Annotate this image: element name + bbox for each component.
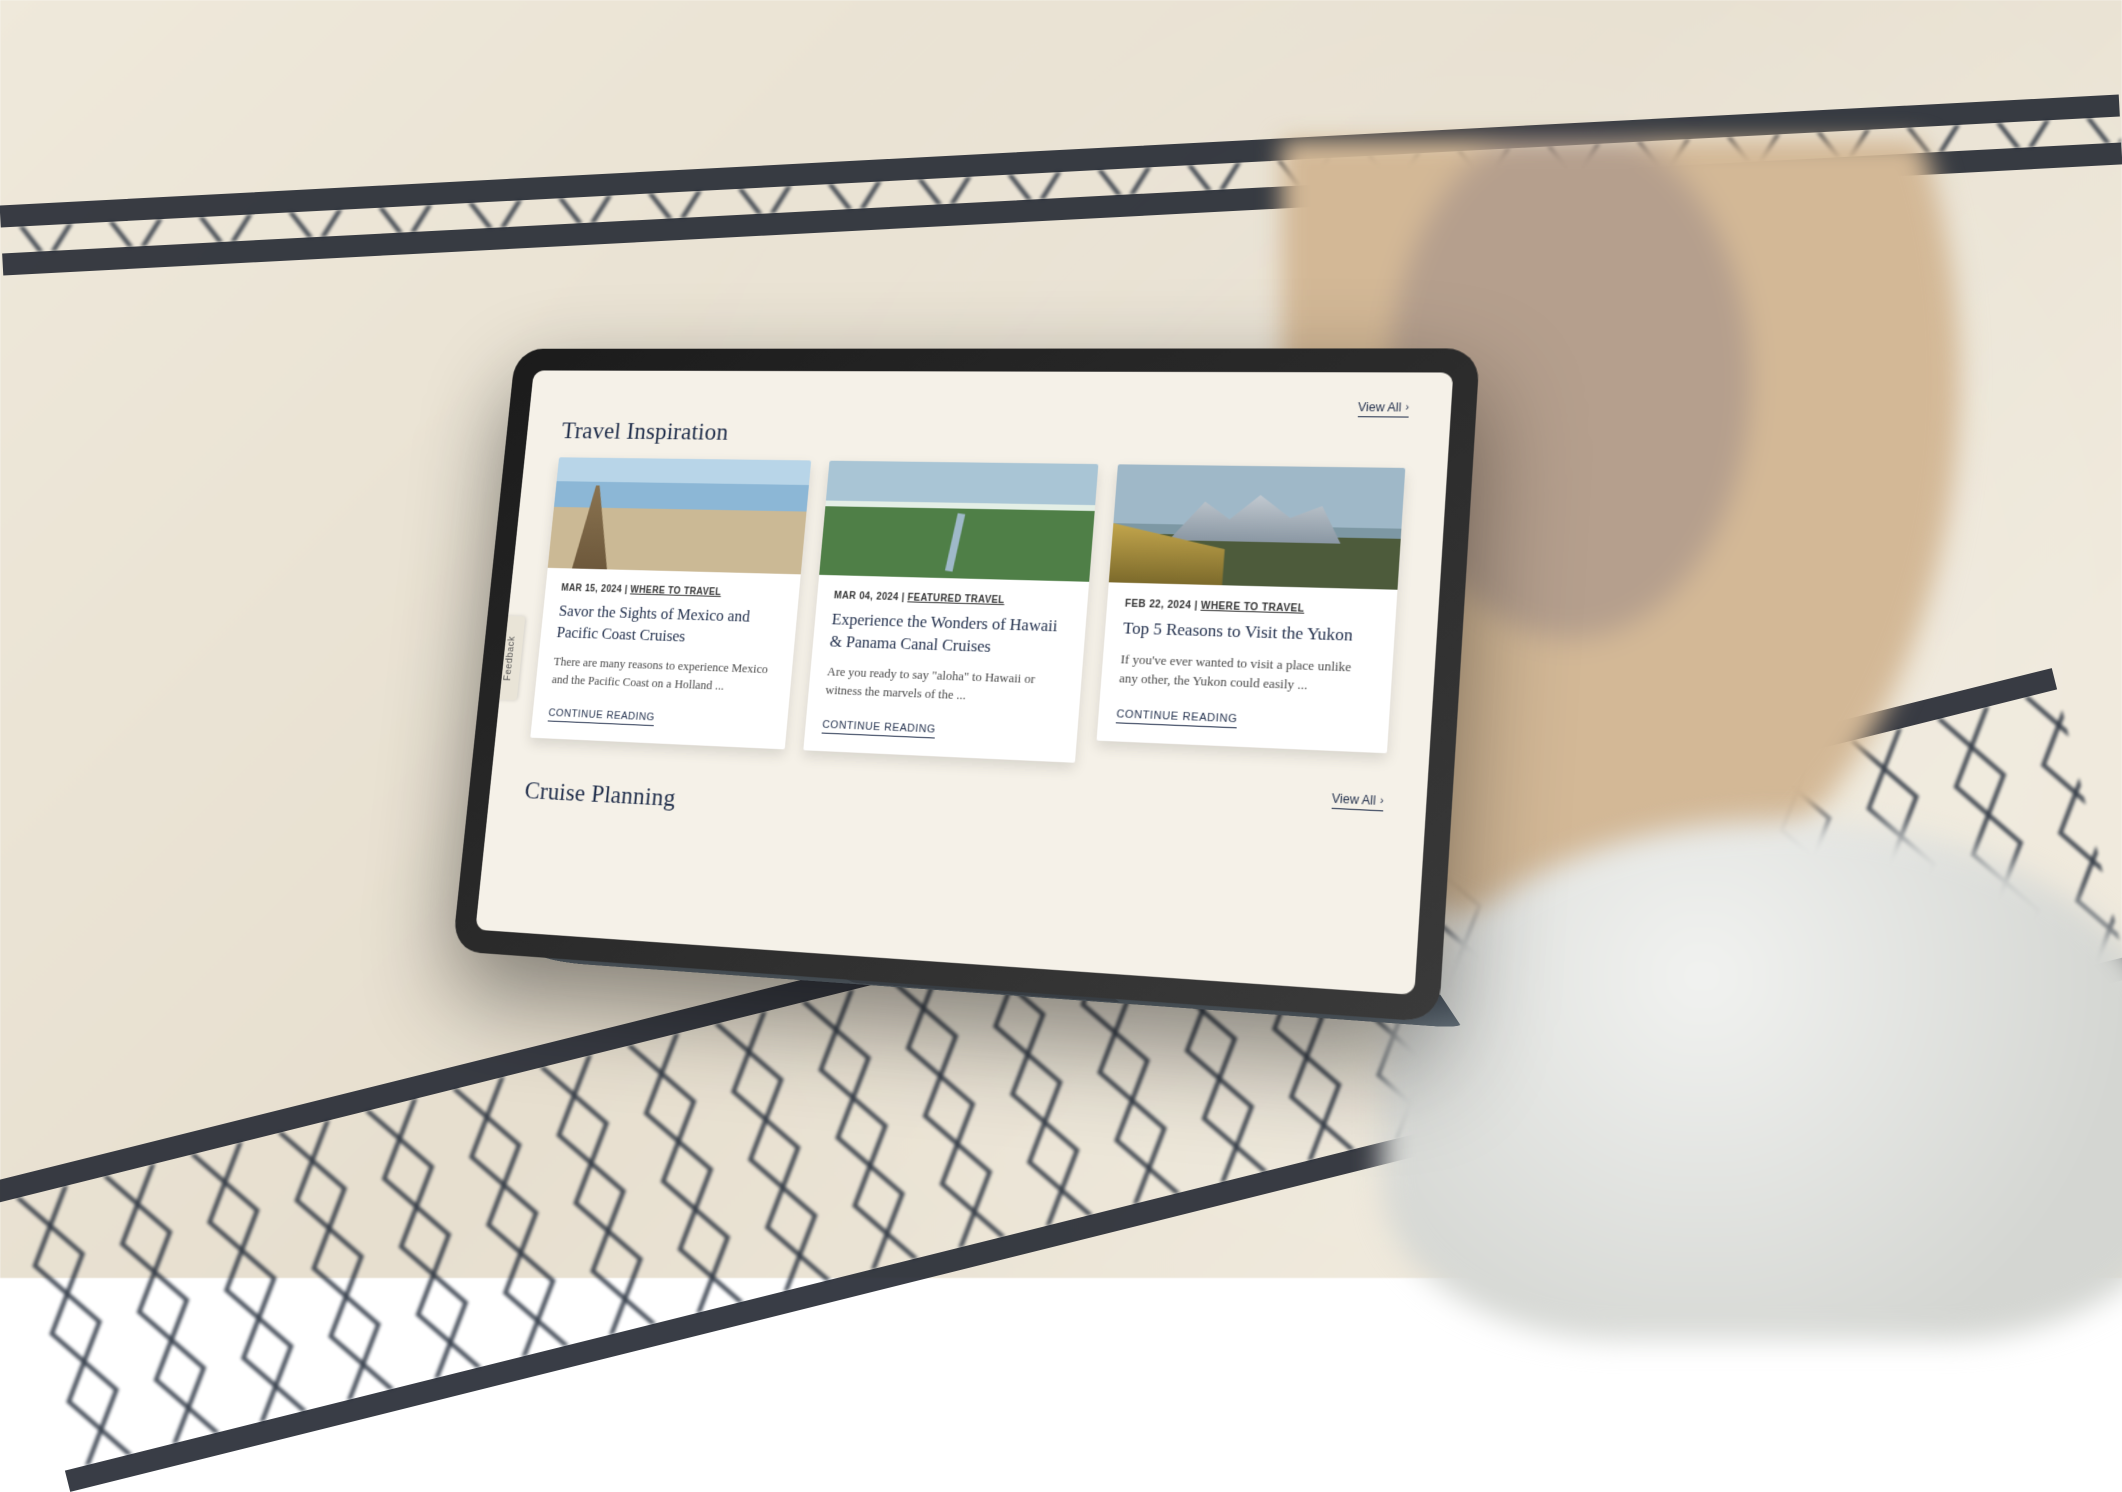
chevron-right-icon: › xyxy=(1405,402,1410,414)
view-all-link-bottom[interactable]: View All › xyxy=(1331,791,1384,811)
feedback-tab[interactable]: Feedback xyxy=(496,616,525,700)
article-thumbnail xyxy=(547,458,810,575)
view-all-label: View All xyxy=(1331,791,1376,808)
section1-topbar: View All › xyxy=(563,396,1409,418)
article-excerpt: There are many reasons to experience Mex… xyxy=(551,653,776,697)
blog-page: Feedback View All › Travel Inspiration xyxy=(475,371,1453,995)
article-excerpt: Are you ready to say "aloha" to Hawaii o… xyxy=(824,663,1064,709)
article-title: Experience the Wonders of Hawaii & Panam… xyxy=(828,609,1068,661)
inspiration-cards: MAR 15, 2024 | WHERE TO TRAVEL Savor the… xyxy=(530,458,1405,777)
laptop-screen: Feedback View All › Travel Inspiration xyxy=(475,371,1453,995)
continue-reading-link[interactable]: CONTINUE READING xyxy=(1115,708,1237,728)
article-thumbnail xyxy=(1108,465,1405,590)
article-meta: FEB 22, 2024 | WHERE TO TRAVEL xyxy=(1124,599,1377,617)
article-card[interactable]: MAR 15, 2024 | WHERE TO TRAVEL Savor the… xyxy=(530,458,811,750)
section-title-planning: Cruise Planning xyxy=(523,776,1382,851)
article-title: Savor the Sights of Mexico and Pacific C… xyxy=(555,601,781,651)
article-card[interactable]: MAR 04, 2024 | FEATURED TRAVEL Experienc… xyxy=(803,461,1098,763)
view-all-link-top[interactable]: View All › xyxy=(1357,401,1409,418)
continue-reading-link[interactable]: CONTINUE READING xyxy=(821,719,936,739)
article-meta: MAR 15, 2024 | WHERE TO TRAVEL xyxy=(560,583,782,600)
article-date: FEB 22, 2024 xyxy=(1124,599,1191,612)
laptop-mockup: Feedback View All › Travel Inspiration xyxy=(425,349,1480,1309)
continue-reading-link[interactable]: CONTINUE READING xyxy=(547,707,655,726)
laptop-lid: Feedback View All › Travel Inspiration xyxy=(452,349,1480,1023)
feedback-tab-label: Feedback xyxy=(503,636,517,681)
article-meta: MAR 04, 2024 | FEATURED TRAVEL xyxy=(833,591,1070,608)
article-card[interactable]: FEB 22, 2024 | WHERE TO TRAVEL Top 5 Rea… xyxy=(1096,465,1405,754)
view-all-label: View All xyxy=(1357,401,1401,415)
article-category-link[interactable]: WHERE TO TRAVEL xyxy=(630,585,722,598)
article-thumbnail xyxy=(819,461,1098,582)
article-date: MAR 15, 2024 xyxy=(560,583,622,595)
section-title-inspiration: Travel Inspiration xyxy=(560,417,1408,454)
article-category-link[interactable]: WHERE TO TRAVEL xyxy=(1200,601,1304,615)
article-excerpt: If you've ever wanted to visit a place u… xyxy=(1118,651,1374,698)
chevron-right-icon: › xyxy=(1379,794,1384,807)
article-date: MAR 04, 2024 xyxy=(833,591,899,603)
article-title: Top 5 Reasons to Visit the Yukon xyxy=(1122,618,1376,649)
article-category-link[interactable]: FEATURED TRAVEL xyxy=(907,593,1005,606)
